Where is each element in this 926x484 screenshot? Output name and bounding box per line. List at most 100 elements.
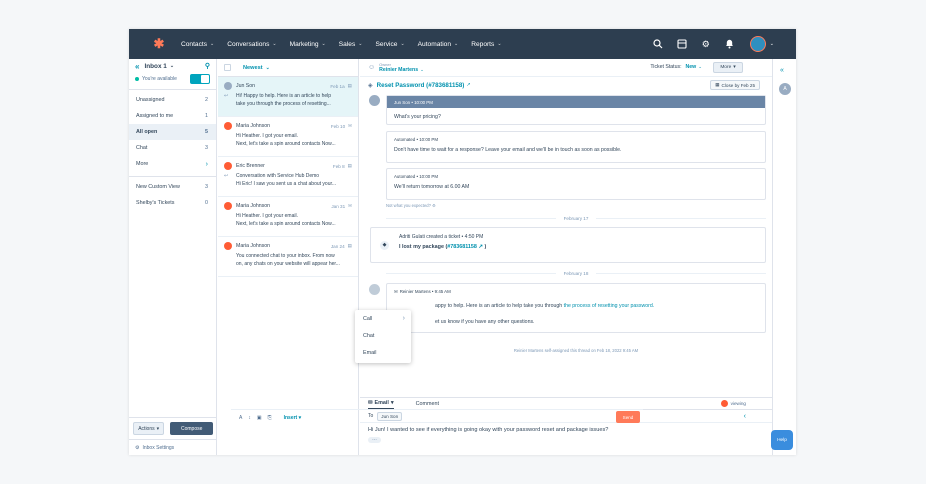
ticket-icon: ◈	[368, 82, 373, 89]
chevron-down-icon: ⌄	[272, 41, 277, 47]
search-icon[interactable]: ⚲	[205, 62, 210, 70]
ticket-title-link[interactable]: Reset Password (#783681158)	[377, 82, 465, 89]
date-separator: February 17	[386, 214, 766, 222]
conversation-item[interactable]: Maria Johnson Jan 24 ▤ You connected chat …	[218, 237, 358, 277]
caret-down-icon: ▾	[298, 415, 302, 421]
message-bubble: Automated • 10:00 PM We'll return tomorr…	[386, 168, 766, 200]
nav-contacts[interactable]: Contacts ⌄	[181, 41, 214, 48]
search-icon[interactable]	[652, 38, 664, 50]
chevron-down-icon: ⌄	[698, 64, 702, 69]
sidebar-item-more[interactable]: More ›	[129, 156, 216, 172]
collapse-left-icon[interactable]: «	[135, 62, 139, 71]
right-rail: « A	[772, 59, 796, 455]
chevron-down-icon: ⌄	[358, 41, 363, 47]
app-window: ✱ Contacts ⌄ Conversations ⌄ Marketing ⌄ Sa…	[129, 29, 796, 455]
conversation-item[interactable]: Maria Johnson Feb 10 ✉ Hi Heather. I got y…	[218, 117, 358, 157]
send-button[interactable]: Send	[616, 411, 640, 423]
tab-email[interactable]: ✉ Email ▾	[368, 398, 394, 410]
message-bubble: ✉ Reinier Martens • 9:45 AM appy to help.…	[386, 283, 766, 333]
gear-icon: ⚙	[135, 444, 140, 451]
sidebar-item-all-open[interactable]: All open 5	[129, 124, 216, 140]
more-button[interactable]: More ▾	[713, 62, 743, 73]
bell-icon[interactable]	[724, 38, 736, 50]
sidebar-item-chat[interactable]: Chat 3	[129, 140, 216, 156]
agent-avatar	[369, 284, 380, 295]
sidebar-item-shelbys-tickets[interactable]: Shelby's Tickets 0	[129, 195, 216, 211]
top-navigation: ✱ Contacts ⌄ Conversations ⌄ Marketing ⌄ Sa…	[129, 29, 796, 59]
contact-avatar	[224, 242, 232, 250]
expand-right-icon[interactable]: «	[780, 67, 784, 74]
conversation-list: Newest ⌄ Jun Son Feb 1a ▤ ↩ Hi! Happy to h…	[218, 59, 359, 455]
conversation-item[interactable]: Jun Son Feb 1a ▤ ↩ Hi! Happy to help. Here…	[218, 77, 358, 117]
marketplace-icon[interactable]	[676, 38, 688, 50]
contact-avatar	[224, 202, 232, 210]
article-link[interactable]: the process of resetting your password.	[564, 303, 655, 309]
conversation-item[interactable]: Maria Johnson Jan 31 ✉ Hi Heather. I got y…	[218, 197, 358, 237]
contact-avatar	[224, 162, 232, 170]
calendar-icon: ▦	[715, 82, 720, 87]
availability-toggle[interactable]	[190, 74, 210, 84]
nav-marketing[interactable]: Marketing ⌄	[290, 41, 326, 48]
email-icon: ✉	[348, 203, 352, 208]
assignment-note: Reinier Martens self-assigned this threa…	[513, 348, 639, 353]
hubspot-logo-icon[interactable]: ✱	[151, 36, 167, 52]
user-avatar[interactable]	[749, 36, 766, 52]
compose-button[interactable]: Compose	[170, 422, 213, 435]
conversation-item[interactable]: Eric Brenner Feb 8 ▤ ↩ Conversation with S…	[218, 157, 358, 197]
sidebar-item-new-custom-view[interactable]: New Custom View 3	[129, 179, 216, 195]
tab-comment[interactable]: Comment	[416, 398, 439, 410]
caret-down-icon: ▾	[390, 399, 394, 406]
email-icon: ✉	[348, 123, 352, 128]
menu-item-call[interactable]: Call ›	[355, 310, 411, 327]
reply-arrow-icon: ↩	[224, 173, 229, 179]
nav-conversations[interactable]: Conversations ⌄	[227, 41, 276, 48]
message-bubble: Jun Son • 10:00 PM What's your pricing?	[386, 95, 766, 125]
contact-avatar[interactable]: A	[779, 83, 791, 95]
inbox-header[interactable]: « Inbox 1 ⌄ ⚲	[129, 59, 216, 73]
expand-quoted-button[interactable]: …	[368, 437, 381, 443]
menu-item-chat[interactable]: Chat	[355, 327, 411, 344]
help-button[interactable]: Help	[771, 430, 793, 450]
nav-service[interactable]: Service ⌄	[375, 41, 404, 48]
owner-selector[interactable]: Owner Reinier Martens ⌄	[379, 62, 424, 73]
gear-icon[interactable]: ⚙	[700, 38, 712, 50]
contact-avatar	[369, 95, 380, 106]
external-link-icon[interactable]: ↗	[478, 244, 483, 250]
viewing-indicator: viewing	[720, 400, 746, 407]
list-header: Newest ⌄	[218, 59, 358, 77]
chevron-down-icon: ⌄	[400, 41, 405, 47]
attachment-icon[interactable]: ⎘	[268, 415, 272, 421]
chevron-down-icon: ⌄	[420, 67, 424, 72]
chevron-down-icon[interactable]: ⌄	[770, 41, 774, 47]
inbox-title[interactable]: Inbox 1	[144, 63, 166, 70]
composer-toolbar: A ↕ ▣ ⎘ Insert ▾	[231, 409, 643, 426]
ticket-created-card: ◆ Adriti Gulati created a ticket • 4:50 …	[370, 227, 766, 263]
inbox-settings-link[interactable]: ⚙ Inbox Settings	[129, 439, 217, 455]
ticket-id-link[interactable]: #783681158	[447, 244, 477, 250]
caret-down-icon: ▾	[733, 65, 736, 70]
external-link-icon[interactable]: ↗	[466, 82, 470, 88]
chevron-down-icon: ⌄	[454, 41, 459, 47]
nav-reports[interactable]: Reports ⌄	[471, 41, 501, 48]
chat-icon: ▤	[347, 243, 352, 248]
close-by-badge[interactable]: ▦ Close by Feb 25	[710, 80, 760, 90]
select-all-checkbox[interactable]	[224, 64, 231, 71]
insert-dropdown[interactable]: Insert ▾	[284, 415, 302, 421]
sidebar-item-assigned-to-me[interactable]: Assigned to me 1	[129, 108, 216, 124]
not-expected-link[interactable]: Not what you expected? ⚙	[386, 203, 436, 208]
chevron-left-icon[interactable]: ‹	[744, 413, 746, 420]
divider	[129, 176, 216, 177]
menu-item-email[interactable]: Email	[355, 344, 411, 361]
actions-button[interactable]: Actions ▾	[133, 422, 165, 435]
sort-dropdown[interactable]: Newest	[243, 65, 263, 71]
image-icon[interactable]: ▣	[257, 415, 262, 421]
snippet-icon[interactable]: ↕	[248, 415, 251, 421]
contact-avatar	[224, 122, 232, 130]
sidebar-item-unassigned[interactable]: Unassigned 2	[129, 92, 216, 108]
nav-sales[interactable]: Sales ⌄	[339, 41, 363, 48]
viewer-avatar	[720, 400, 728, 407]
ticket-status[interactable]: Ticket Status: New ⌄	[650, 64, 702, 70]
sidebar-actions: Actions ▾ Compose	[129, 417, 217, 439]
nav-automation[interactable]: Automation ⌄	[418, 41, 459, 48]
text-format-icon[interactable]: A	[239, 415, 242, 421]
